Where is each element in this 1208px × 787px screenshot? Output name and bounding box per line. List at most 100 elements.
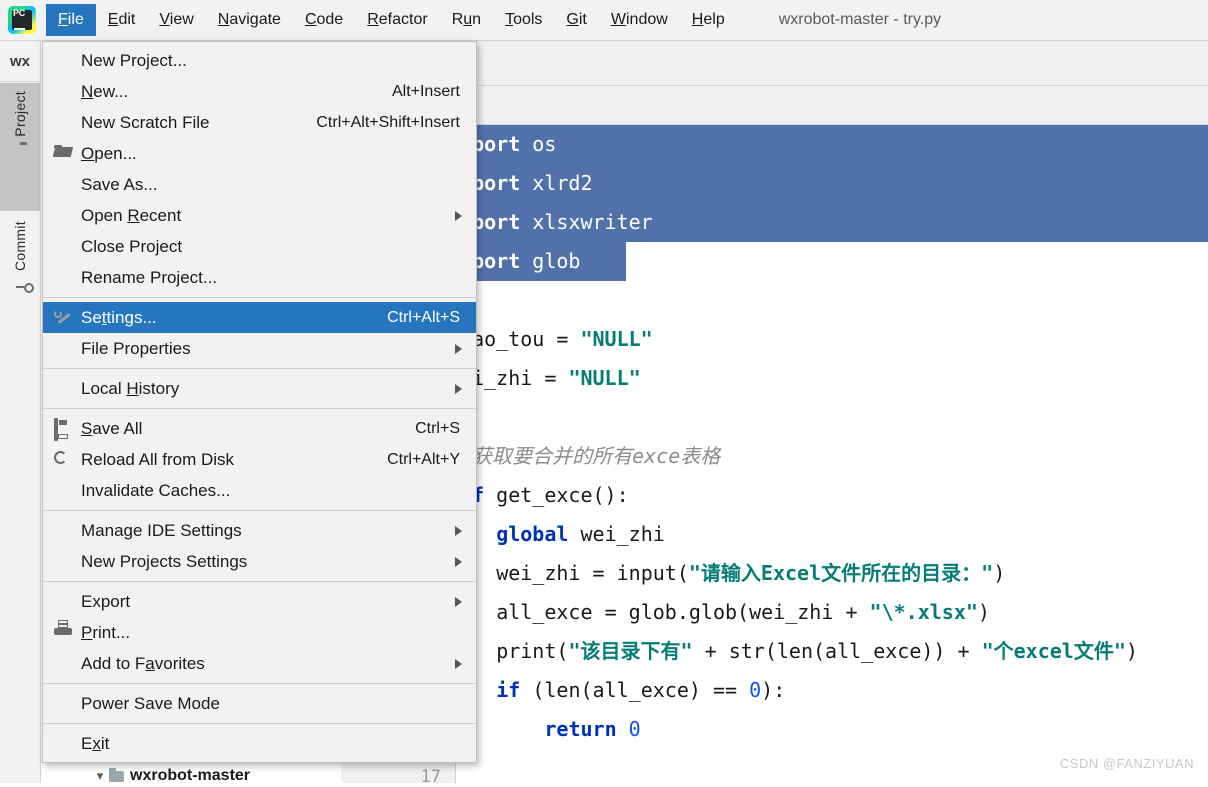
menu-separator: [43, 581, 476, 582]
menu-item-new-scratch-file[interactable]: New Scratch File Ctrl+Alt+Shift+Insert: [43, 107, 476, 138]
code-line[interactable]: import glob: [456, 242, 626, 281]
menu-item-label: Save All: [81, 418, 143, 438]
sidebar-item-project-label: Project: [12, 91, 28, 137]
code-line[interactable]: print("该目录下有" + str(len(all_exce)) + "个e…: [456, 632, 1208, 671]
title-bar: PC File Edit View Navigate Code Refactor Run To…: [0, 0, 1208, 41]
file-menu-dropdown[interactable]: New Project... New... Alt+Insert New Scratc…: [42, 41, 477, 763]
menubar-item-window[interactable]: Window: [599, 4, 680, 36]
menu-item-label: Local History: [81, 378, 180, 398]
menubar-item-edit[interactable]: Edit: [96, 4, 148, 36]
code-line[interactable]: global wei_zhi: [456, 515, 1208, 554]
menu-item-label: File Properties: [81, 338, 191, 358]
menubar-item-view[interactable]: View: [147, 4, 205, 36]
chevron-right-icon: [455, 658, 462, 669]
mnemonic: F: [58, 11, 68, 28]
menu-item-label: New...: [81, 81, 129, 101]
mnemonic: R: [367, 11, 379, 28]
mnemonic: V: [159, 11, 170, 28]
menu-bar[interactable]: File Edit View Navigate Code Refactor Run Tools…: [46, 0, 737, 40]
code-line[interactable]: if (len(all_exce) == 0):: [456, 671, 1208, 710]
menubar-item-code[interactable]: Code: [293, 4, 355, 36]
sidebar-item-commit[interactable]: Commit: [0, 213, 40, 341]
menubar-item-git[interactable]: Git: [554, 4, 598, 36]
code-line[interactable]: wei_zhi = input("请输入Excel文件所在的目录："): [456, 554, 1208, 593]
menu-item-new-projects-settings[interactable]: New Projects Settings: [43, 546, 476, 577]
menu-item-new[interactable]: New... Alt+Insert: [43, 76, 476, 107]
wrench-icon: [54, 309, 74, 327]
menu-item-save-all[interactable]: Save All Ctrl+S: [43, 413, 476, 444]
mnemonic: N: [217, 11, 230, 28]
chevron-right-icon: [455, 210, 462, 221]
chevron-right-icon: [455, 556, 462, 567]
menu-item-reload-all-from-disk[interactable]: Reload All from Disk Ctrl+Alt+Y: [43, 444, 476, 475]
menu-item-manage-ide-settings[interactable]: Manage IDE Settings: [43, 515, 476, 546]
menu-item-settings[interactable]: Settings... Ctrl+Alt+S: [43, 302, 476, 333]
menu-item-new-project[interactable]: New Project...: [43, 45, 476, 76]
code-line[interactable]: def get_exce():: [456, 476, 1208, 515]
menu-separator: [43, 368, 476, 369]
menubar-item-refactor[interactable]: Refactor: [355, 4, 439, 36]
mnemonic: H: [691, 11, 704, 28]
menubar-item-file[interactable]: File: [46, 4, 96, 36]
mnemonic: C: [304, 11, 317, 28]
menubar-item-navigate[interactable]: Navigate: [206, 4, 293, 36]
menu-item-label: Open Recent: [81, 205, 182, 225]
menu-separator: [43, 723, 476, 724]
chevron-right-icon: [455, 596, 462, 607]
mnemonic: G: [566, 11, 579, 28]
menu-item-shortcut: Ctrl+S: [415, 419, 460, 437]
menu-separator: [43, 408, 476, 409]
chevron-right-icon: [455, 383, 462, 394]
wx-tab[interactable]: wx: [0, 41, 40, 82]
menu-item-label: Manage IDE Settings: [81, 520, 242, 540]
code-line[interactable]: # 获取要合并的所有exce表格: [456, 437, 1208, 476]
code-line[interactable]: [456, 398, 1208, 437]
menu-item-open-recent[interactable]: Open Recent: [43, 200, 476, 231]
tree-row-wxrobot-master[interactable]: ▾ wxrobot-master: [41, 761, 341, 783]
line-number: 17: [420, 767, 441, 787]
sidebar-item-project[interactable]: Project: [0, 83, 40, 211]
code-editor[interactable]: import osimport xlrd2import xlsxwriterim…: [456, 41, 1208, 783]
code-line[interactable]: [456, 281, 1208, 320]
menu-separator: [43, 683, 476, 684]
menu-item-label: New Scratch File: [81, 112, 210, 132]
menu-item-print[interactable]: Print...: [43, 617, 476, 648]
code-line[interactable]: import xlrd2: [456, 164, 1208, 203]
menu-item-exit[interactable]: Exit: [43, 728, 476, 759]
menu-item-label: Save As...: [81, 174, 158, 194]
menu-item-file-properties[interactable]: File Properties: [43, 333, 476, 364]
pycharm-logo-icon: PC: [8, 6, 36, 34]
code-line[interactable]: return 0: [456, 710, 1208, 749]
menu-item-add-to-favorites[interactable]: Add to Favorites: [43, 648, 476, 679]
menubar-item-help[interactable]: Help: [680, 4, 737, 36]
print-icon: [54, 619, 74, 642]
menubar-item-tools[interactable]: Tools: [493, 4, 554, 36]
tree-row-wxrobot-master-label: wxrobot-master: [130, 767, 251, 783]
menu-item-label: New Project...: [81, 50, 187, 70]
menu-item-label: Open...: [81, 143, 137, 163]
folder-icon: [109, 767, 124, 782]
code-text-area[interactable]: import osimport xlrd2import xlsxwriterim…: [456, 125, 1208, 783]
editor-breadcrumb-bar: [456, 86, 1208, 125]
menu-item-save-as[interactable]: Save As...: [43, 169, 476, 200]
code-line[interactable]: import os: [456, 125, 1208, 164]
menubar-item-run[interactable]: Run: [440, 4, 493, 36]
mnemonic: T: [505, 11, 514, 28]
menu-item-shortcut: Ctrl+Alt+S: [387, 308, 460, 326]
menu-item-invalidate-caches[interactable]: Invalidate Caches...: [43, 475, 476, 506]
menu-item-open[interactable]: Open...: [43, 138, 476, 169]
menu-item-rename-project[interactable]: Rename Project...: [43, 262, 476, 293]
menu-item-label: Export: [81, 591, 131, 611]
mnemonic: u: [463, 11, 473, 28]
code-line[interactable]: all_exce = glob.glob(wei_zhi + "\*.xlsx"…: [456, 593, 1208, 632]
menu-item-power-save-mode[interactable]: Power Save Mode: [43, 688, 476, 719]
code-line[interactable]: wei_zhi = "NULL": [456, 359, 1208, 398]
menu-item-close-project[interactable]: Close Project: [43, 231, 476, 262]
chevron-down-icon[interactable]: ▾: [91, 768, 109, 783]
menu-item-local-history[interactable]: Local History: [43, 373, 476, 404]
menu-item-label: Rename Project...: [81, 267, 218, 287]
code-line[interactable]: biao_tou = "NULL": [456, 320, 1208, 359]
mnemonic: E: [107, 11, 119, 28]
code-line[interactable]: import xlsxwriter: [456, 203, 1208, 242]
menu-item-export[interactable]: Export: [43, 586, 476, 617]
